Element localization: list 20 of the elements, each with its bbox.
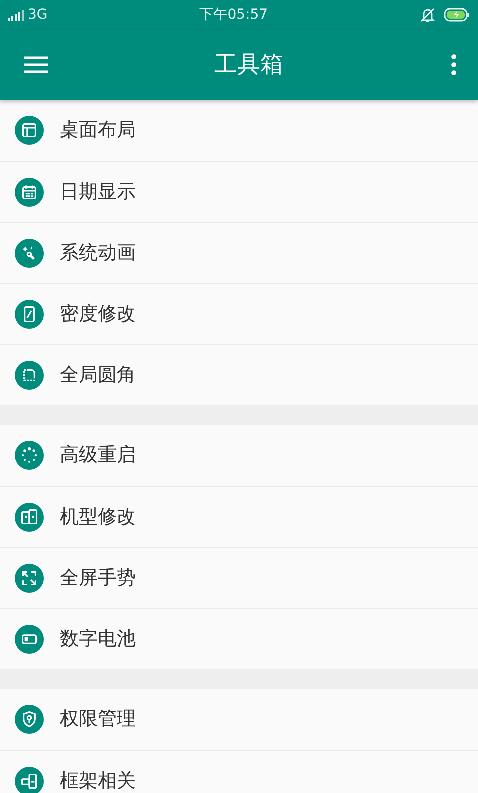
- loading-dots-icon: [15, 441, 44, 470]
- sparkle-icon: [15, 238, 44, 268]
- bell-off-icon: [420, 7, 436, 23]
- shield-icon: [15, 705, 44, 734]
- more-icon: [450, 54, 458, 76]
- calendar-icon: [15, 178, 44, 206]
- battery-icon: [444, 8, 470, 22]
- phones-icon: [15, 502, 44, 532]
- battery-icon: [15, 624, 44, 654]
- network-type: 3G: [28, 6, 48, 24]
- signal-icon: [8, 10, 24, 20]
- phone-icon: [15, 300, 44, 328]
- rounded-corner-icon: [15, 360, 44, 390]
- devices-icon: [15, 766, 44, 793]
- toolbar-title: 工具箱: [214, 50, 284, 80]
- layout-icon: [15, 116, 44, 145]
- tool-item[interactable]: 框架相关: [0, 750, 478, 793]
- clock-time: 下午05:57: [200, 6, 268, 24]
- menu-icon: [24, 56, 48, 74]
- expand-icon: [15, 564, 44, 592]
